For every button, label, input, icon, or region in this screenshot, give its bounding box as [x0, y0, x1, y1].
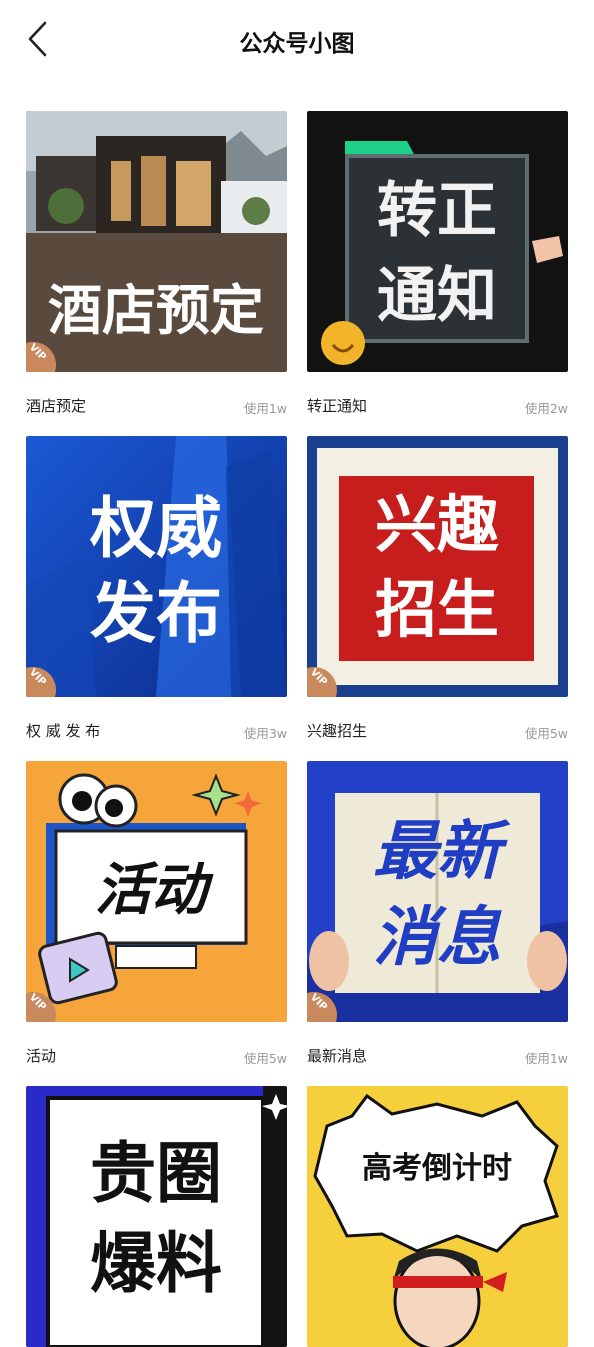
- thumbnail-text-line: 发布: [90, 575, 222, 652]
- template-card-exam-countdown[interactable]: 高考倒计时: [307, 1086, 568, 1347]
- template-card-regularization-notice[interactable]: 转正 通知 转正通知 使用2w: [307, 111, 568, 416]
- template-thumbnail[interactable]: 最新 消息 VIP: [307, 761, 568, 1022]
- template-name: 兴趣招生: [307, 722, 368, 740]
- usage-count: 使用3w: [243, 726, 287, 741]
- template-card-activity[interactable]: 活动 VIP 活动 使用5w: [26, 761, 287, 1066]
- enrollment-poster-image: 兴趣 招生: [307, 436, 568, 697]
- thumbnail-text-line: 权威: [89, 490, 222, 567]
- thumbnail-text-line: 兴趣: [375, 488, 499, 561]
- template-card-hotel-booking[interactable]: 酒店预定 VIP 酒店预定 使用1w: [26, 111, 287, 416]
- thumbnail-text-line: 爆料: [90, 1225, 222, 1302]
- template-thumbnail[interactable]: 活动 VIP: [26, 761, 287, 1022]
- template-name: 权 威 发 布: [26, 722, 101, 740]
- template-meta: 转正通知 使用2w: [307, 395, 568, 417]
- template-card-official-release[interactable]: 权威 发布 VIP 权 威 发 布 使用3w: [26, 436, 287, 741]
- usage-count: 使用5w: [524, 726, 568, 741]
- header: 公众号小图: [0, 0, 594, 80]
- usage-count: 使用1w: [243, 401, 287, 416]
- news-book-image: 最新 消息: [307, 761, 568, 1022]
- thumbnail-text-line: 消息: [373, 901, 502, 975]
- usage-count: 使用1w: [524, 1051, 568, 1066]
- template-thumbnail[interactable]: 高考倒计时: [307, 1086, 568, 1347]
- template-thumbnail[interactable]: 转正 通知: [307, 111, 568, 372]
- thumbnail-text-line: 通知: [377, 261, 497, 331]
- thumbnail-text-line: 贵圈: [90, 1135, 222, 1212]
- template-meta: 权 威 发 布 使用3w: [26, 720, 287, 742]
- page-title: 公众号小图: [239, 31, 355, 57]
- exam-countdown-image: 高考倒计时: [307, 1086, 568, 1347]
- thumbnail-text-line: 高考倒计时: [362, 1151, 512, 1186]
- template-thumbnail[interactable]: 兴趣 招生 VIP: [307, 436, 568, 697]
- template-meta: 酒店预定 使用1w: [26, 395, 287, 417]
- template-name: 酒店预定: [26, 397, 87, 415]
- thumbnail-text-line: 转正: [377, 176, 497, 246]
- template-thumbnail[interactable]: 酒店预定 VIP: [26, 111, 287, 372]
- template-card-gossip[interactable]: 贵圈 爆料: [26, 1086, 287, 1347]
- thumbnail-text-line: 招生: [375, 573, 499, 646]
- usage-count: 使用5w: [243, 1051, 287, 1066]
- usage-count: 使用2w: [524, 401, 568, 416]
- gossip-poster-image: 贵圈 爆料: [26, 1086, 287, 1347]
- thumbnail-text-line: 最新: [373, 815, 511, 889]
- template-thumbnail[interactable]: 权威 发布 VIP: [26, 436, 287, 697]
- template-thumbnail[interactable]: 贵圈 爆料: [26, 1086, 287, 1347]
- template-meta: 活动 使用5w: [26, 1045, 287, 1067]
- template-card-enrollment[interactable]: 兴趣 招生 VIP 兴趣招生 使用5w: [307, 436, 568, 741]
- skyscraper-poster-image: 权威 发布: [26, 436, 287, 697]
- template-card-latest-news[interactable]: 最新 消息 VIP 最新消息 使用1w: [307, 761, 568, 1066]
- activity-poster-image: 活动: [26, 761, 287, 1022]
- template-name: 活动: [26, 1047, 57, 1065]
- notice-poster-image: 转正 通知: [307, 111, 568, 372]
- template-name: 转正通知: [307, 397, 368, 415]
- template-meta: 最新消息 使用1w: [307, 1045, 568, 1067]
- template-name: 最新消息: [307, 1047, 368, 1065]
- template-meta: 兴趣招生 使用5w: [307, 720, 568, 742]
- thumbnail-text-line: 活动: [95, 858, 214, 923]
- thumbnail-text-line: 酒店预定: [48, 279, 264, 342]
- hotel-building-image: 酒店预定: [26, 111, 287, 372]
